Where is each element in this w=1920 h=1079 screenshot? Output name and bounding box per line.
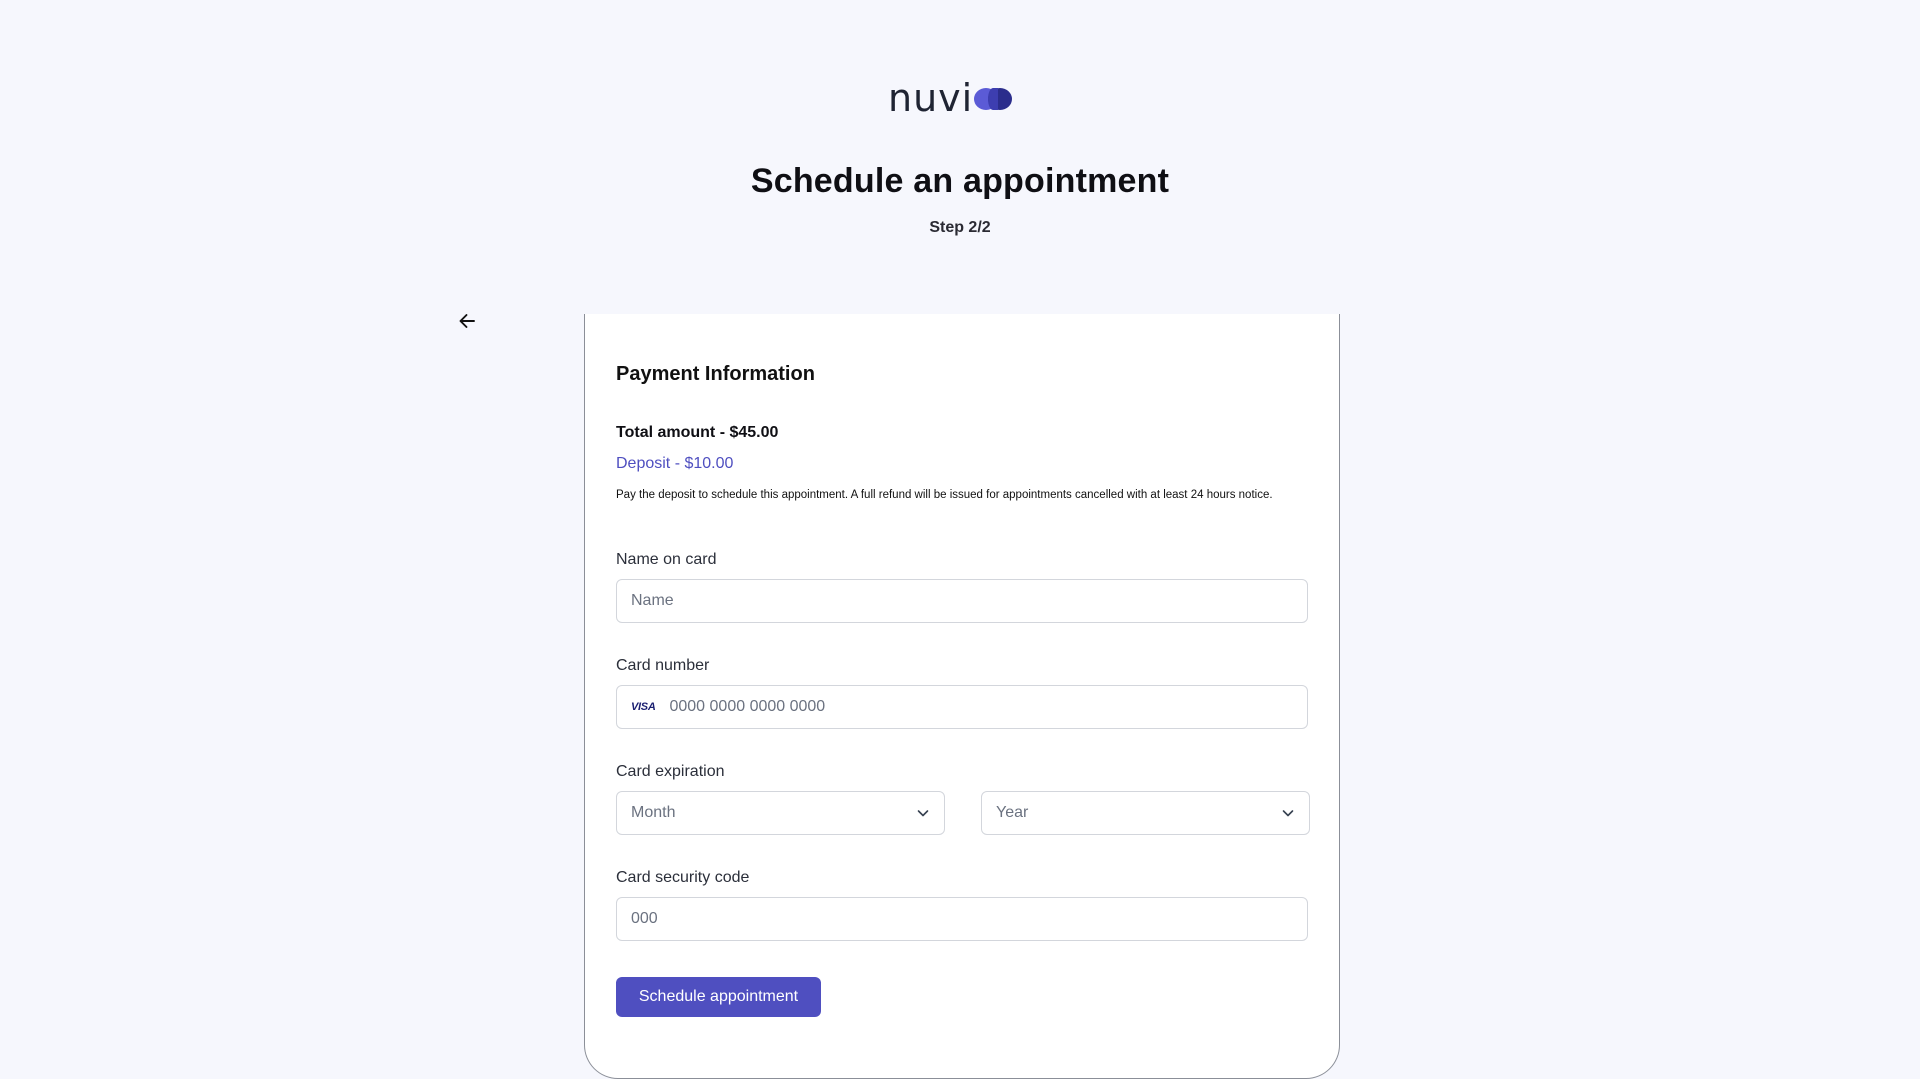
name-on-card-label: Name on card (616, 551, 717, 568)
security-code-field[interactable] (616, 897, 1308, 941)
total-amount: Total amount - $45.00 (616, 424, 779, 441)
card-number-field[interactable]: VISA (616, 685, 1308, 729)
security-code-input[interactable] (631, 910, 1307, 928)
logo-wordmark: nuvi (888, 76, 974, 120)
page: nuvi Schedule an appointment Step 2/2 Pa… (0, 0, 1920, 1079)
schedule-appointment-button[interactable]: Schedule appointment (616, 977, 821, 1017)
name-on-card-field[interactable] (616, 579, 1308, 623)
expiration-month-select[interactable]: Month (616, 791, 945, 835)
arrow-left-icon (459, 314, 475, 328)
refund-note: Pay the deposit to schedule this appoint… (616, 489, 1273, 501)
section-title: Payment Information (616, 363, 815, 385)
security-code-label: Card security code (616, 869, 750, 886)
nuvi-logo: nuvi (888, 76, 1034, 120)
visa-icon: VISA (631, 701, 656, 713)
back-button[interactable] (454, 308, 480, 334)
step-indicator: Step 2/2 (929, 219, 991, 236)
expiration-year-select[interactable]: Year (981, 791, 1310, 835)
payment-card: Payment Information Total amount - $45.0… (584, 314, 1340, 1079)
page-title: Schedule an appointment (750, 162, 1170, 200)
name-on-card-input[interactable] (631, 592, 1307, 610)
card-number-label: Card number (616, 657, 710, 674)
card-number-input[interactable] (669, 698, 1307, 716)
deposit-amount: Deposit - $10.00 (616, 455, 734, 472)
card-expiration-label: Card expiration (616, 763, 725, 780)
logo-mark-icon (974, 86, 1016, 110)
chevron-down-icon (1282, 810, 1294, 817)
month-select-value: Month (631, 804, 676, 821)
chevron-down-icon (917, 810, 929, 817)
year-select-value: Year (996, 804, 1029, 821)
